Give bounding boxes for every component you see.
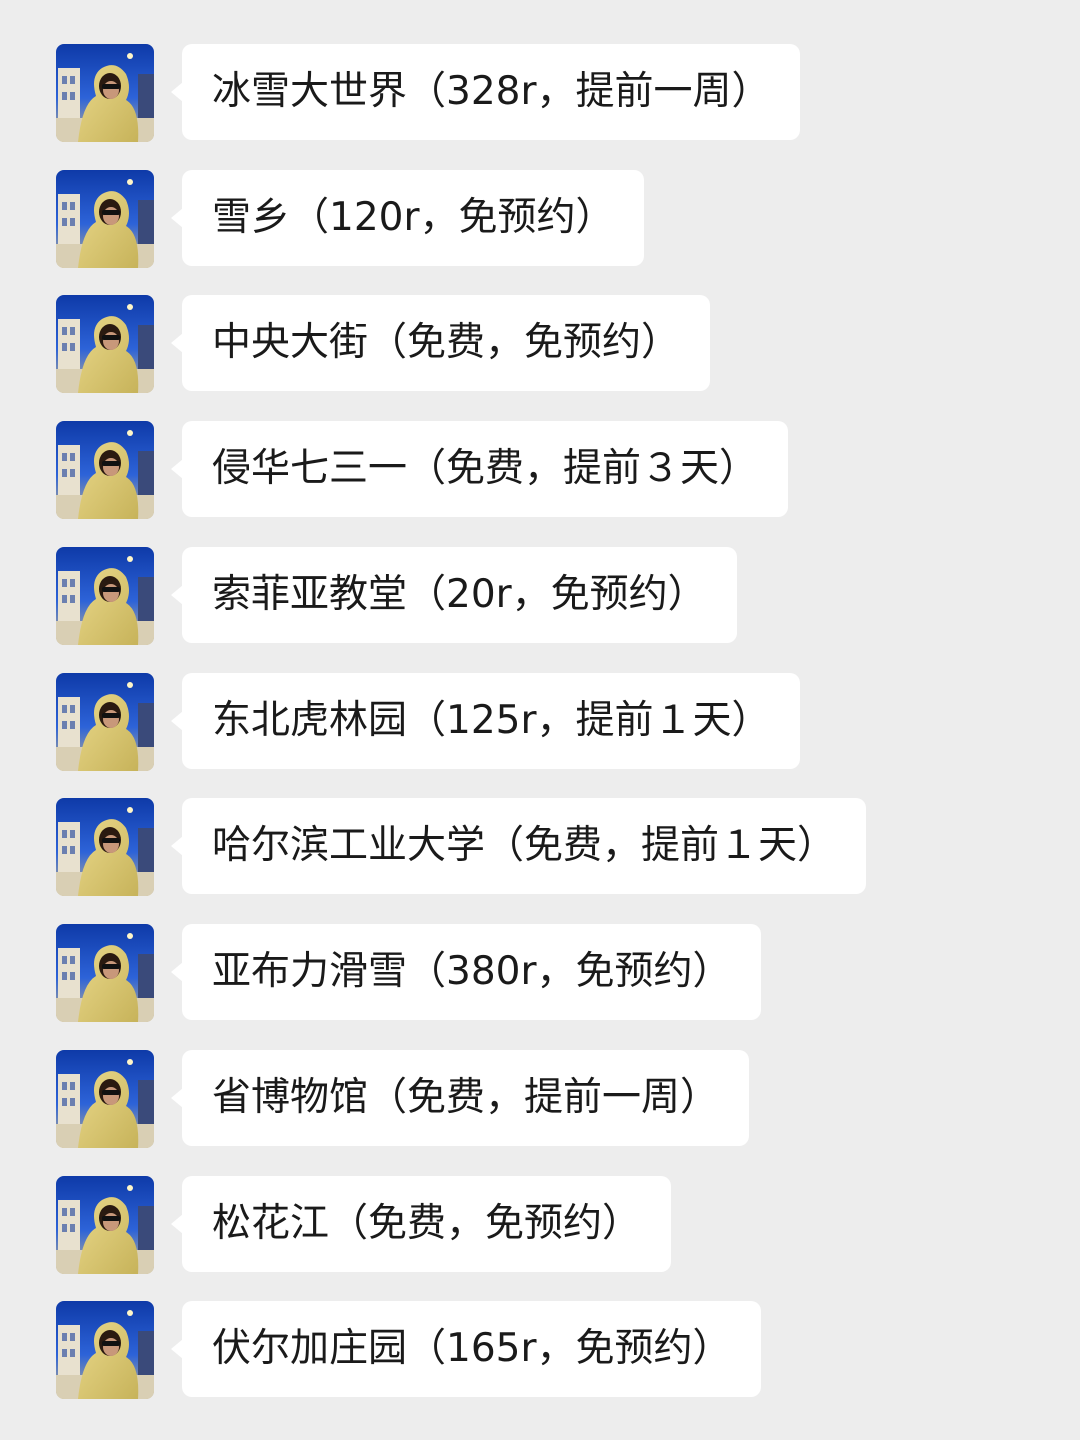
avatar[interactable] (56, 924, 154, 1022)
avatar[interactable] (56, 798, 154, 896)
avatar[interactable] (56, 1176, 154, 1274)
chat-message-row: 冰雪大世界（328r，提前一周） (0, 44, 1080, 142)
avatar[interactable] (56, 295, 154, 393)
chat-message-row: 伏尔加庄园（165r，免预约） (0, 1301, 1080, 1399)
chat-message-row: 亚布力滑雪（380r，免预约） (0, 924, 1080, 1022)
avatar[interactable] (56, 44, 154, 142)
message-bubble[interactable]: 省博物馆（免费，提前一周） (170, 1050, 750, 1146)
avatar[interactable] (56, 421, 154, 519)
chat-message-row: 松花江（免费，免预约） (0, 1176, 1080, 1274)
avatar[interactable] (56, 547, 154, 645)
chat-message-row: 侵华七三一（免费，提前３天） (0, 421, 1080, 519)
chat-message-row: 哈尔滨工业大学（免费，提前１天） (0, 798, 1080, 896)
message-bubble[interactable]: 哈尔滨工业大学（免费，提前１天） (170, 798, 867, 894)
message-bubble[interactable]: 亚布力滑雪（380r，免预约） (170, 924, 762, 1020)
avatar[interactable] (56, 1301, 154, 1399)
avatar[interactable] (56, 1050, 154, 1148)
chat-message-row: 东北虎林园（125r，提前１天） (0, 673, 1080, 771)
message-bubble[interactable]: 冰雪大世界（328r，提前一周） (170, 44, 801, 140)
message-bubble[interactable]: 侵华七三一（免费，提前３天） (170, 421, 789, 517)
chat-message-row: 省博物馆（免费，提前一周） (0, 1050, 1080, 1148)
chat-message-row: 雪乡（120r，免预约） (0, 170, 1080, 268)
avatar[interactable] (56, 170, 154, 268)
chat-message-row: 中央大街（免费，免预约） (0, 295, 1080, 393)
avatar[interactable] (56, 673, 154, 771)
message-bubble[interactable]: 雪乡（120r，免预约） (170, 170, 645, 266)
message-bubble[interactable]: 松花江（免费，免预约） (170, 1176, 672, 1272)
chat-list: 冰雪大世界（328r，提前一周） 雪乡（120r，免预约） 中央大街（免费，免预… (0, 0, 1080, 1440)
message-bubble[interactable]: 索菲亚教堂（20r，免预约） (171, 547, 737, 643)
message-bubble[interactable]: 伏尔加庄园（165r，免预约） (170, 1301, 762, 1397)
chat-message-row: 索菲亚教堂（20r，免预约） (0, 547, 1080, 645)
message-bubble[interactable]: 中央大街（免费，免预约） (170, 295, 711, 391)
message-bubble[interactable]: 东北虎林园（125r，提前１天） (170, 673, 801, 769)
